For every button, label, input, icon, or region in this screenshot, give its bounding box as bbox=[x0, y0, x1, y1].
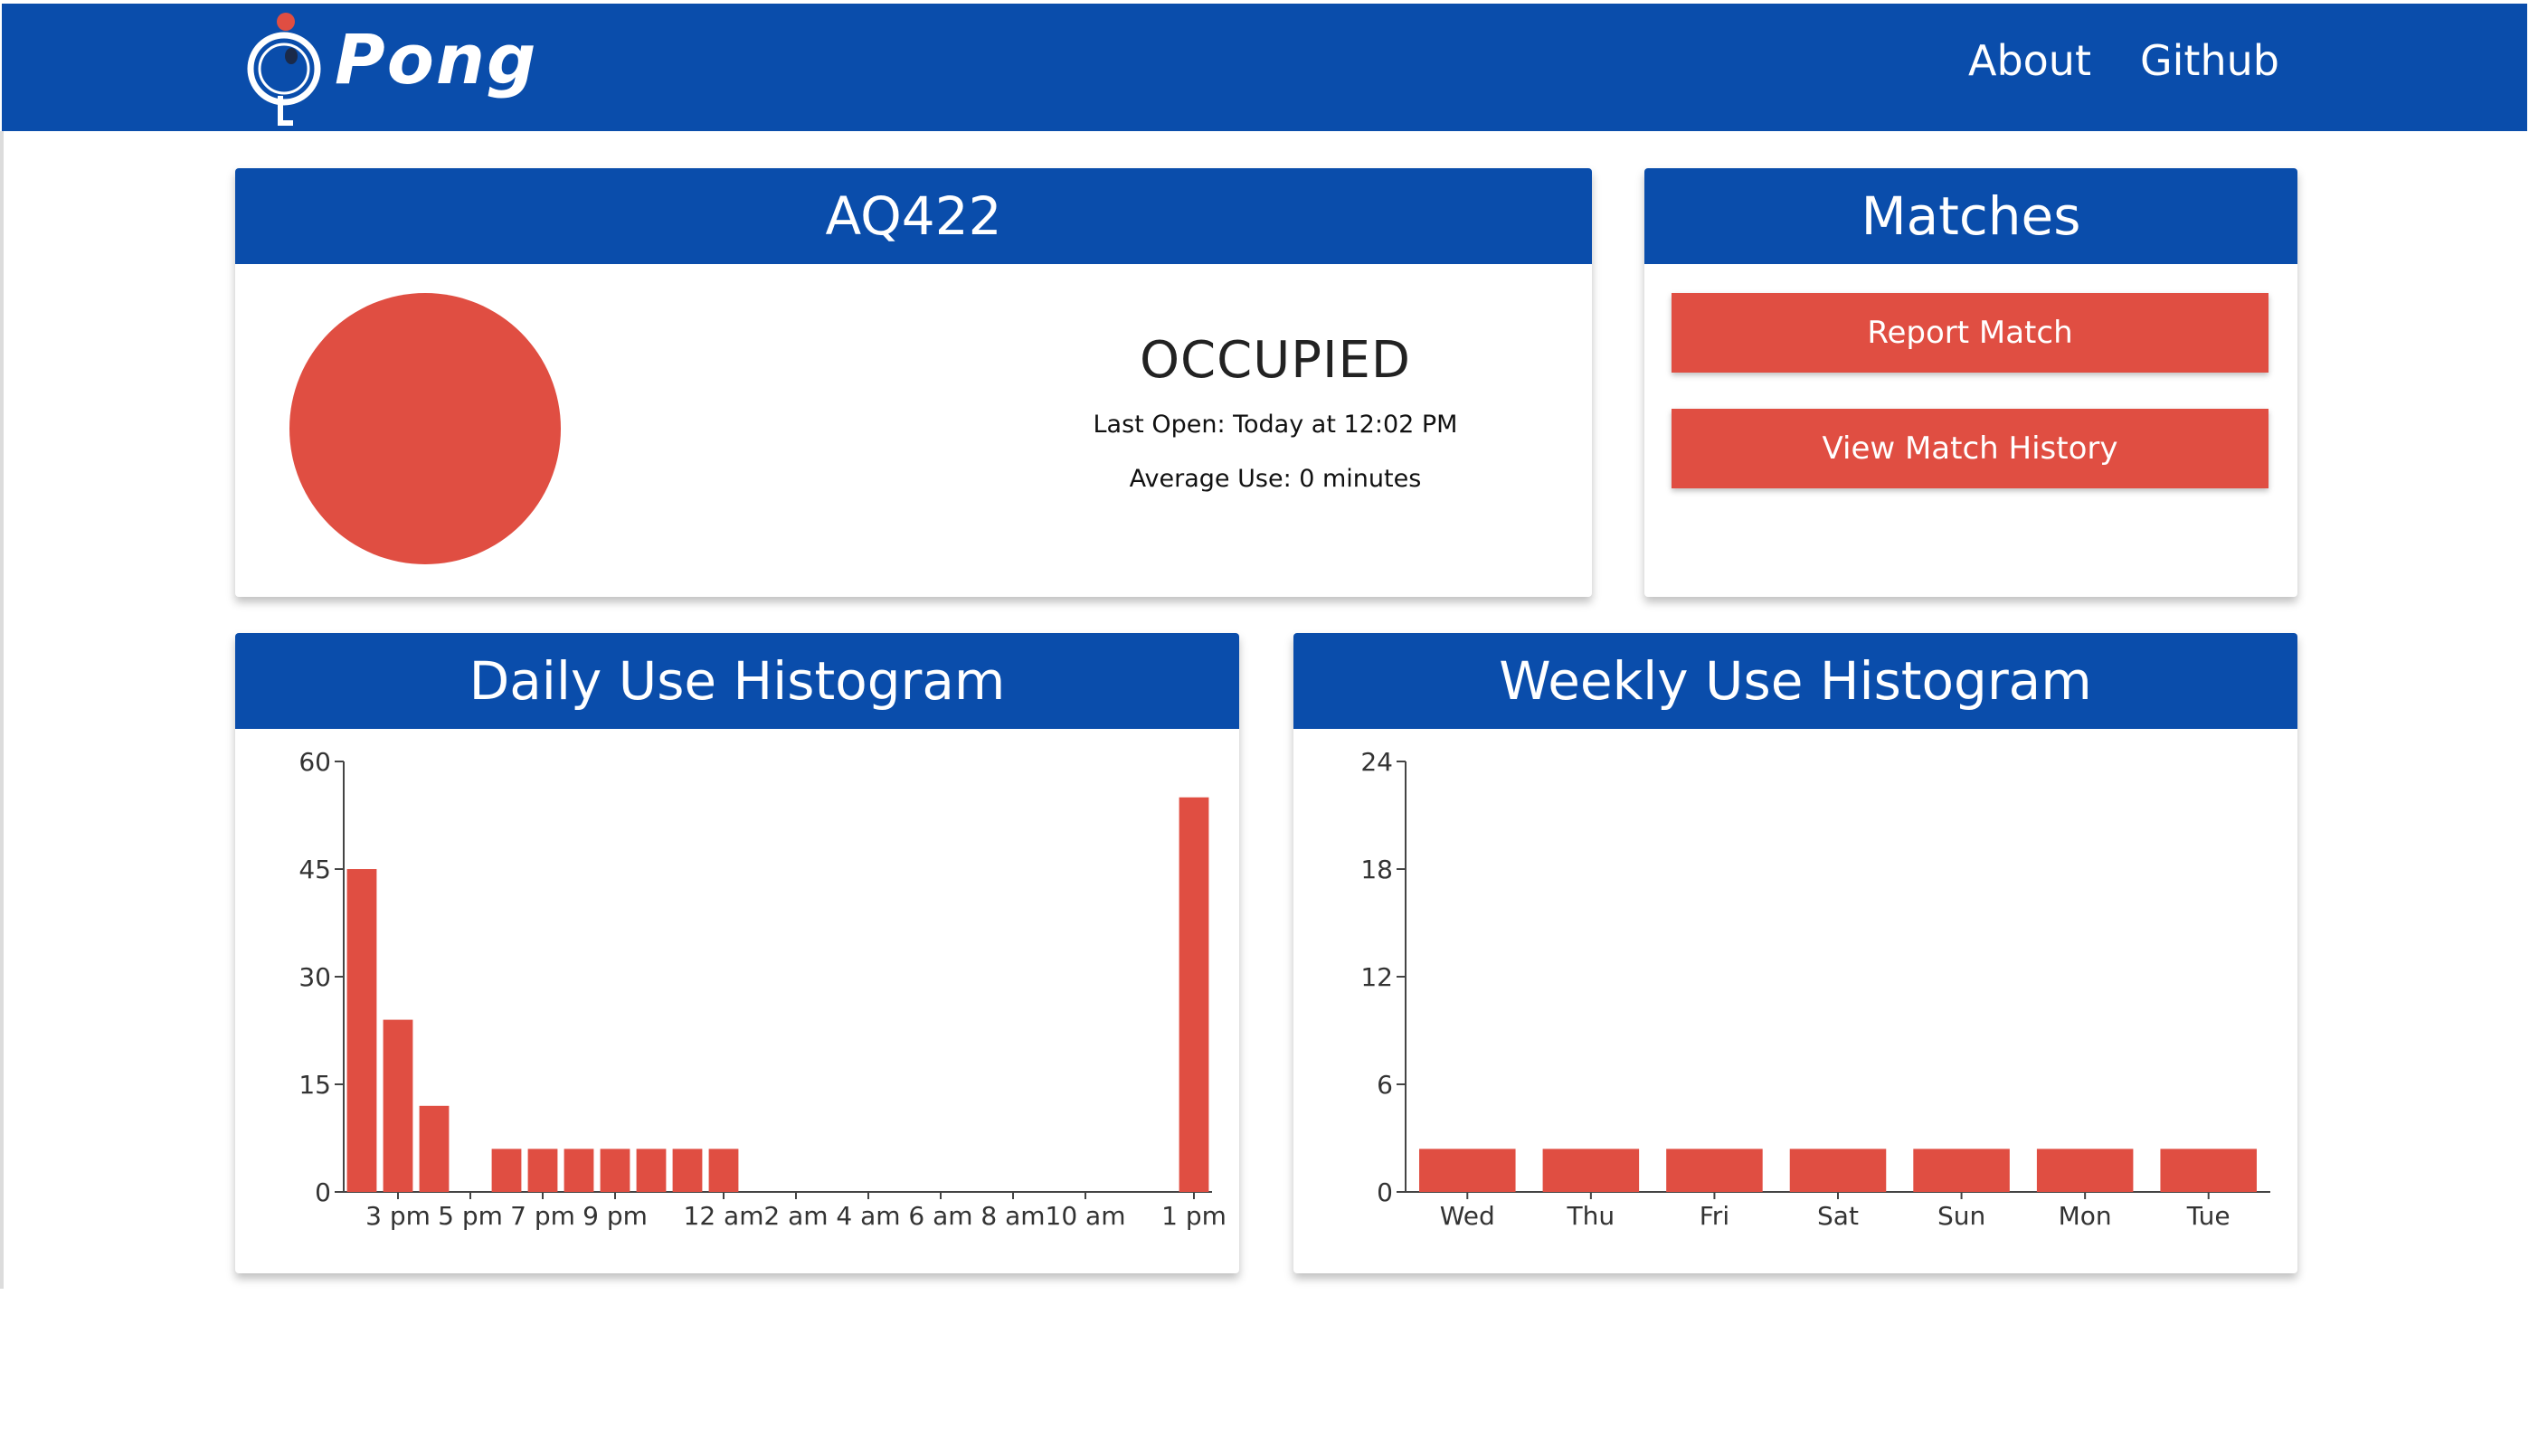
x-tick-label: 2 am bbox=[763, 1201, 828, 1231]
y-tick-label: 0 bbox=[315, 1177, 331, 1207]
y-tick-label: 12 bbox=[1360, 962, 1393, 992]
x-tick-label: 9 pm bbox=[583, 1201, 648, 1231]
weekly-use-chart: 0 6 12 18 24 Wed Thu Fri Sat Sun Mon Tue bbox=[1360, 747, 2270, 1231]
x-tick-label: Sun bbox=[1937, 1201, 1985, 1231]
bar bbox=[600, 1149, 630, 1192]
bar bbox=[419, 1105, 450, 1192]
x-tick-label: Fri bbox=[1700, 1201, 1729, 1231]
y-tick-label: 45 bbox=[298, 855, 331, 884]
y-tick-label: 24 bbox=[1360, 747, 1393, 777]
x-tick-label: 10 am bbox=[1046, 1201, 1126, 1231]
view-match-history-button[interactable]: View Match History bbox=[1672, 409, 2269, 488]
bar bbox=[346, 869, 377, 1192]
weekly-histogram-title: Weekly Use Histogram bbox=[1293, 633, 2297, 729]
x-tick-label: Wed bbox=[1440, 1201, 1495, 1231]
x-tick-label: 1 pm bbox=[1161, 1201, 1227, 1231]
bar bbox=[2160, 1149, 2257, 1192]
x-tick-label: Mon bbox=[2059, 1201, 2112, 1231]
logo-text: Pong bbox=[335, 19, 538, 99]
bar bbox=[1542, 1149, 1640, 1192]
bar bbox=[1913, 1149, 2010, 1192]
bar bbox=[527, 1149, 558, 1192]
daily-use-chart: 0 15 30 45 60 3 pm 5 pm 7 pm 9 pm 12 am 2 am 4 am 6 … bbox=[298, 747, 1227, 1231]
daily-histogram-title: Daily Use Histogram bbox=[235, 633, 1239, 729]
paddle-ball-icon bbox=[247, 13, 321, 126]
y-tick-label: 0 bbox=[1377, 1177, 1393, 1207]
bar bbox=[491, 1149, 522, 1192]
pong-logo[interactable]: Pong bbox=[246, 7, 535, 129]
bar bbox=[1179, 797, 1209, 1192]
matches-title: Matches bbox=[1644, 168, 2297, 264]
y-tick-label: 30 bbox=[298, 962, 331, 992]
weekly-histogram-card: Weekly Use Histogram 0 6 12 18 24 Wed Thu Fri Sa… bbox=[1293, 633, 2297, 1273]
report-match-button[interactable]: Report Match bbox=[1672, 293, 2269, 373]
bar bbox=[2036, 1149, 2134, 1192]
x-tick-label: Thu bbox=[1567, 1201, 1615, 1231]
average-use-text: Average Use: 0 minutes bbox=[1129, 465, 1422, 493]
y-tick-label: 15 bbox=[298, 1070, 331, 1100]
bar bbox=[636, 1149, 667, 1192]
bar bbox=[708, 1149, 739, 1192]
last-open-text: Last Open: Today at 12:02 PM bbox=[1093, 411, 1458, 439]
status-indicator bbox=[289, 293, 561, 564]
page-edge-shadow bbox=[0, 131, 4, 1289]
x-tick-label: Sat bbox=[1817, 1201, 1859, 1231]
matches-card: Matches Report Match View Match History bbox=[1644, 168, 2297, 597]
x-tick-label: 3 pm bbox=[365, 1201, 431, 1231]
y-tick-label: 18 bbox=[1360, 855, 1393, 884]
bar bbox=[383, 1019, 413, 1192]
x-tick-label: 7 pm bbox=[510, 1201, 575, 1231]
y-tick-label: 60 bbox=[298, 747, 331, 777]
x-tick-label: 4 am bbox=[836, 1201, 900, 1231]
x-tick-label: 8 am bbox=[980, 1201, 1045, 1231]
table-status-card: AQ422 OCCUPIED Last Open: Today at 12:02… bbox=[235, 168, 1592, 597]
bar bbox=[672, 1149, 703, 1192]
navbar: Pong About Github bbox=[2, 4, 2527, 131]
bar bbox=[1789, 1149, 1887, 1192]
bar bbox=[1666, 1149, 1763, 1192]
x-tick-label: 12 am bbox=[684, 1201, 764, 1231]
daily-histogram-card: Daily Use Histogram 0 15 30 45 60 3 pm 5 pm 7 p… bbox=[235, 633, 1239, 1273]
x-tick-label: 5 pm bbox=[438, 1201, 503, 1231]
status-text: OCCUPIED bbox=[1139, 331, 1412, 390]
nav-about-link[interactable]: About bbox=[1968, 40, 2091, 81]
y-tick-label: 6 bbox=[1377, 1070, 1393, 1100]
bar bbox=[1419, 1149, 1516, 1192]
x-tick-label: 6 am bbox=[908, 1201, 972, 1231]
bar bbox=[564, 1149, 594, 1192]
x-tick-label: Tue bbox=[2186, 1201, 2231, 1231]
nav-github-link[interactable]: Github bbox=[2140, 40, 2279, 81]
table-name-title: AQ422 bbox=[235, 168, 1592, 264]
